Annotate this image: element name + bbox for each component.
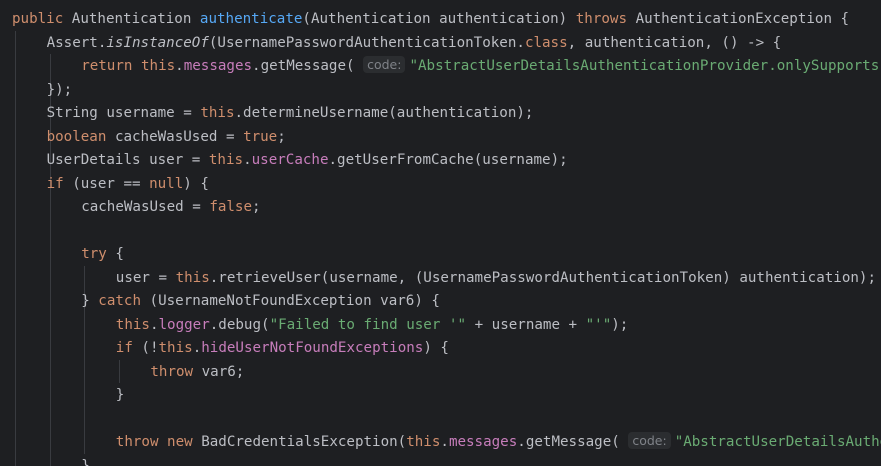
code-token: , authentication, () -> { (567, 34, 782, 51)
code-line[interactable]: public Authentication authenticate(Authe… (12, 7, 849, 31)
code-line[interactable]: cacheWasUsed = false; (81, 195, 260, 219)
code-line[interactable]: user = this.retrieveUser(username, (User… (116, 266, 876, 290)
code-line[interactable]: } catch (UsernameNotFoundException var6)… (81, 289, 440, 313)
code-token: throw (150, 363, 202, 380)
code-token: return (81, 58, 141, 74)
code-token: boolean (46, 128, 115, 145)
code-line[interactable]: String username = this.determineUsername… (47, 101, 534, 125)
code-line[interactable]: throw var6; (150, 360, 244, 384)
code-token: cacheWasUsed = (114, 128, 244, 145)
code-token: ; (277, 128, 286, 145)
code-line[interactable]: Assert.isInstanceOf(UsernamePasswordAuth… (47, 31, 782, 55)
code-token: this (158, 340, 193, 356)
code-token: "'" (585, 316, 612, 333)
code-token: this (115, 316, 150, 333)
code-line[interactable]: try { (81, 242, 124, 266)
code-token: catch (98, 293, 150, 309)
code-token: .getMessage( (517, 434, 629, 450)
code-token: AuthenticationException { (635, 11, 850, 27)
code-token: . (440, 434, 449, 450)
code-token: authenticate (199, 11, 303, 27)
code-line[interactable]: } (116, 383, 125, 407)
code-token: "AbstractUserDetailsAuthenticationProvid… (409, 58, 880, 74)
code-line[interactable]: if (!this.hideUserNotFoundExceptions) { (116, 336, 449, 360)
code-token: this (200, 105, 235, 121)
code-token: cacheWasUsed = (81, 199, 210, 215)
code-line[interactable]: } (81, 454, 90, 466)
code-token: true (243, 128, 278, 145)
code-line[interactable]: return this.messages.getMessage( code: "A… (81, 54, 879, 78)
code-token: (UsernamePasswordAuthenticationToken. (208, 34, 525, 51)
code-token: throws (575, 11, 636, 27)
code-token: .getMessage( (252, 58, 364, 74)
code-token: .determineUsername(authentication); (234, 105, 534, 121)
code-token: } (115, 387, 125, 403)
code-token: logger (158, 316, 210, 333)
code-line[interactable]: if (user == null) { (47, 172, 209, 196)
code-token: ) { (423, 340, 449, 356)
code-token: }); (46, 81, 73, 98)
code-token: if (115, 340, 142, 356)
code-token: .getUserFromCache(username); (328, 152, 568, 168)
code-token: messages (183, 58, 253, 74)
code-token: class (524, 34, 568, 51)
parameter-hint: code: (628, 432, 671, 449)
code-token: } (81, 457, 90, 466)
code-token: throw new (115, 434, 202, 450)
indent-guide (118, 359, 120, 383)
code-token: . (175, 58, 184, 74)
code-token: isInstanceOf (106, 34, 209, 51)
code-token: this (140, 58, 176, 74)
code-line[interactable]: throw new BadCredentialsException(this.m… (116, 430, 881, 454)
indent-guide (15, 30, 16, 466)
code-line[interactable]: UserDetails user = this.userCache.getUse… (47, 148, 568, 172)
code-token: .retrieveUser(username, (UsernamePasswor… (209, 269, 877, 286)
code-token: ; (252, 199, 261, 215)
code-token: this (175, 269, 210, 286)
code-token: .debug( (209, 316, 270, 333)
code-token: (user == (72, 175, 150, 192)
code-token: if (46, 175, 73, 192)
code-editor[interactable]: public Authentication authenticate(Authe… (0, 0, 881, 466)
code-token: messages (448, 434, 518, 450)
code-token: Assert. (46, 34, 107, 51)
parameter-hint: code: (363, 56, 406, 73)
code-token: (UsernameNotFoundException var6) { (149, 293, 440, 309)
code-token: . (243, 152, 252, 168)
code-token: this (406, 434, 441, 450)
code-token: (Authentication authentication) (302, 11, 576, 27)
code-token: } (81, 293, 99, 309)
code-token: UserDetails user = (46, 152, 209, 168)
code-token: public (12, 11, 72, 27)
code-token: "AbstractUserDetailsAuthe (674, 434, 881, 450)
code-token: user = (115, 269, 176, 286)
code-token: . (192, 340, 202, 356)
code-token: this (208, 152, 244, 168)
code-token: false (209, 199, 253, 215)
code-token: { (115, 246, 124, 262)
code-line[interactable]: }); (47, 78, 73, 102)
code-token: ); (611, 316, 629, 333)
code-token: . (149, 316, 159, 333)
code-token: (! (141, 340, 159, 356)
code-token: var6; (201, 363, 245, 380)
code-token: null (149, 175, 184, 192)
code-token: String username = (46, 105, 201, 121)
code-line[interactable]: boolean cacheWasUsed = true; (47, 125, 286, 149)
code-token: BadCredentialsException( (201, 434, 407, 450)
code-line[interactable]: this.logger.debug("Failed to find user '… (116, 313, 629, 337)
code-token: userCache (251, 152, 329, 168)
code-token: hideUserNotFoundExceptions (201, 340, 424, 356)
code-token: try (81, 246, 116, 262)
code-token: + username + (466, 316, 586, 333)
code-token: ) { (183, 175, 209, 192)
code-token: "Failed to find user '" (269, 316, 467, 333)
code-token: Authentication (71, 11, 200, 27)
